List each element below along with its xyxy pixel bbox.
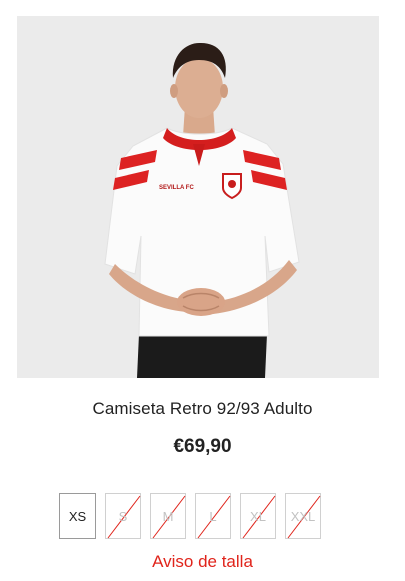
model-wearing-shirt-illustration: SEVILLA FC (17, 16, 379, 378)
product-image[interactable]: SEVILLA FC (17, 16, 379, 378)
size-notice-link[interactable]: Aviso de talla (0, 552, 405, 572)
product-card: SEVILLA FC Camiseta Retro 92/93 Adulto €… (0, 0, 405, 581)
size-option-m[interactable]: M (150, 493, 186, 539)
size-option-l[interactable]: L (195, 493, 231, 539)
size-label: L (209, 508, 217, 524)
size-option-xxl[interactable]: XXL (285, 493, 321, 539)
size-option-xs[interactable]: XS (59, 493, 96, 539)
size-option-s[interactable]: S (105, 493, 141, 539)
product-price: €69,90 (173, 436, 232, 457)
size-label: XXL (290, 508, 316, 524)
product-title[interactable]: Camiseta Retro 92/93 Adulto (0, 399, 405, 419)
size-selector: XS S M L XL XXL (59, 493, 321, 540)
shirt-wordmark: SEVILLA FC (159, 185, 194, 191)
size-label: XS (68, 508, 87, 524)
size-label: XL (250, 508, 266, 524)
size-label: M (162, 508, 174, 524)
size-option-xl[interactable]: XL (240, 493, 276, 539)
size-label: S (118, 508, 128, 524)
